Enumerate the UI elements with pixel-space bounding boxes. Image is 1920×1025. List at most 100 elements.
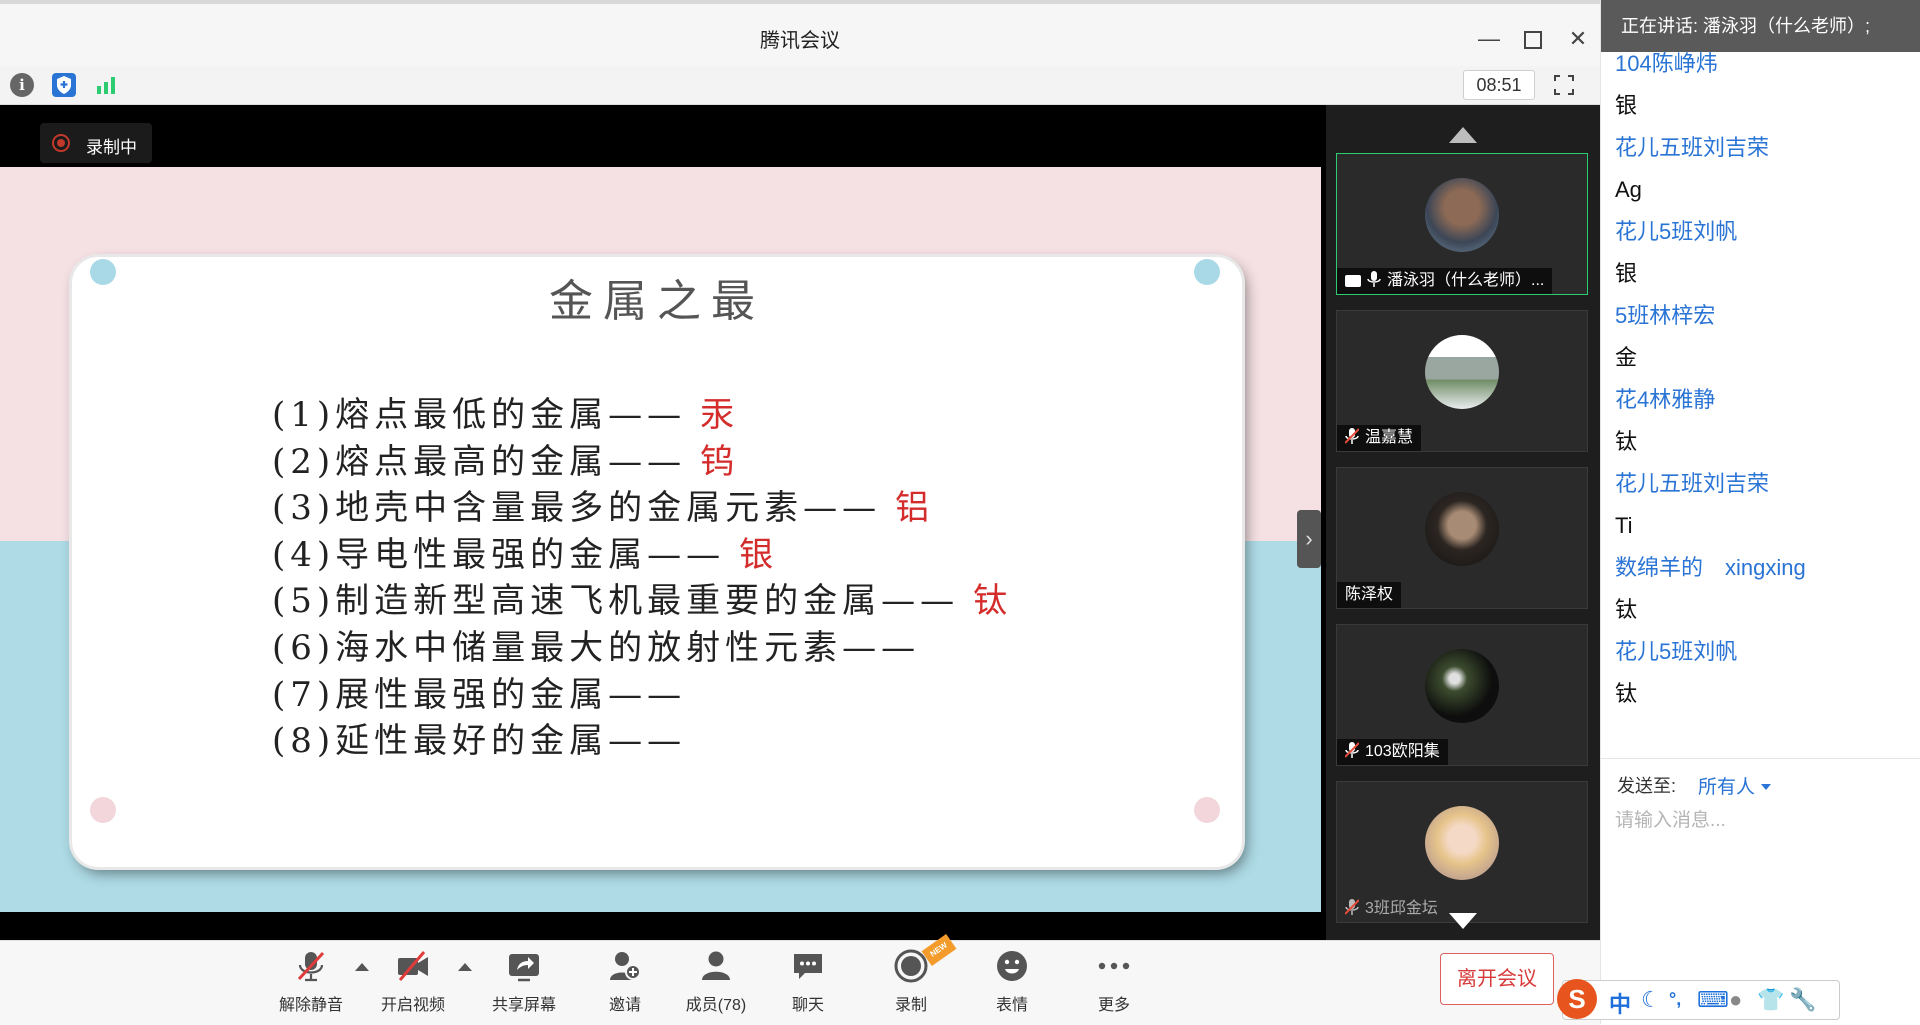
unmute-button[interactable]: 解除静音 (266, 949, 356, 1015)
maximize-button[interactable] (1516, 22, 1550, 56)
share-screen-button[interactable]: 共享屏幕 (479, 949, 569, 1015)
chat-panel: 正在讲话: 潘泳羽（什么老师）; 104陈峥炜银 花儿五班刘吉荣 Ag 花儿5班刘… (1600, 0, 1920, 1024)
chat-message: 花4林雅静钛 (1615, 384, 1915, 468)
recording-indicator: 录制中 (40, 123, 152, 163)
screen-share-icon (1345, 275, 1361, 287)
chat-sender[interactable]: 5班林梓宏 (1615, 300, 1915, 342)
microphone-icon (1367, 270, 1381, 287)
keyboard-icon[interactable]: ⌨ (1697, 987, 1729, 1013)
participant-name: 温嘉慧 (1365, 429, 1414, 446)
slide-card: 金属之最 (1)熔点最低的金属—— 汞 (2)熔点最高的金属—— 钨 (3)地壳中含… (72, 257, 1242, 867)
security-shield-icon[interactable] (52, 73, 76, 97)
members-button[interactable]: 成员(78) (671, 949, 761, 1015)
participant-name-tag: 103欧阳集 (1337, 739, 1448, 765)
avatar (1425, 335, 1499, 409)
slide-line-text: (8)延性最好的金属—— (272, 721, 687, 761)
avatar (1425, 649, 1499, 723)
pin-decoration (1194, 797, 1220, 823)
invite-button[interactable]: 邀请 (580, 949, 670, 1015)
share-screen-icon (507, 949, 541, 983)
microphone-muted-icon (1344, 427, 1360, 444)
info-icon[interactable]: i (10, 73, 34, 97)
chat-message: 花儿五班刘吉荣 Ti (1615, 468, 1915, 552)
slide-line-text: (3)地壳中含量最多的金属元素—— (272, 488, 882, 528)
punctuation-icon[interactable]: °, (1669, 989, 1681, 1010)
chat-sender[interactable]: 花儿5班刘帆 (1615, 216, 1915, 258)
more-label: 更多 (1097, 997, 1130, 1014)
moon-icon[interactable]: ☾ (1641, 987, 1661, 1013)
scroll-down-arrow-icon[interactable] (1449, 913, 1477, 929)
user-icon[interactable]: ● (1729, 987, 1742, 1013)
slide-title: 金属之最 (549, 276, 765, 327)
sogou-logo-icon[interactable]: S (1557, 979, 1597, 1019)
record-button[interactable]: NEW 录制 (866, 934, 957, 1015)
participant-tile[interactable]: 潘泳羽（什么老师）... (1336, 153, 1588, 295)
ime-toolbar: S 中 ☾ °, ⌨ ● 👕 🔧 (1557, 979, 1840, 1020)
start-video-button[interactable]: 开启视频 (368, 949, 458, 1015)
wrench-icon[interactable]: 🔧 (1789, 987, 1816, 1013)
slide-line: (3)地壳中含量最多的金属元素—— 铝 (272, 480, 929, 529)
chat-message-list[interactable]: 104陈峥炜银 花儿五班刘吉荣 Ag 花儿5班刘帆银 5班林梓宏金 花4林雅静钛 … (1615, 48, 1915, 720)
members-icon (699, 949, 733, 983)
recording-label: 录制中 (86, 138, 137, 157)
chat-button[interactable]: 聊天 (763, 949, 853, 1015)
chat-bubble-icon (791, 949, 825, 983)
audio-options-caret-icon[interactable] (355, 963, 369, 971)
slide-line-text: (7)展性最强的金属—— (272, 675, 687, 715)
microphone-muted-icon (1344, 741, 1360, 758)
chat-sender[interactable]: 数绵羊的 xingxing (1615, 552, 1915, 594)
collapse-video-panel-button[interactable]: › (1297, 510, 1321, 568)
window-title: 腾讯会议 (760, 30, 840, 52)
slide-line-answer: 钛 (973, 581, 1008, 621)
avatar (1425, 178, 1499, 252)
more-button[interactable]: 更多 (1069, 949, 1159, 1015)
participant-name-tag: 潘泳羽（什么老师）... (1337, 268, 1553, 294)
participant-tile[interactable]: 3班邱金坛 (1336, 781, 1588, 923)
send-to-label: 发送至: (1617, 776, 1677, 796)
camera-off-icon (396, 949, 430, 983)
ime-mode-toggle[interactable]: 中 (1609, 987, 1631, 1019)
minimize-button[interactable]: — (1472, 22, 1506, 56)
chat-sender[interactable]: 花儿五班刘吉荣 (1615, 468, 1915, 510)
chat-divider (1601, 758, 1920, 759)
chat-sender[interactable]: 104陈峥炜 (1615, 48, 1915, 90)
maximize-icon (1524, 31, 1542, 49)
chat-sender[interactable]: 花4林雅静 (1615, 384, 1915, 426)
participant-tile[interactable]: 陈泽权 (1336, 467, 1588, 609)
close-button[interactable]: ✕ (1561, 22, 1595, 56)
chat-sender[interactable]: 花儿五班刘吉荣 (1615, 132, 1915, 174)
members-label: 成员(78) (685, 997, 747, 1014)
chat-sender[interactable]: 花儿5班刘帆 (1615, 636, 1915, 678)
slide-line-answer: 钨 (700, 442, 735, 482)
chat-text: Ag (1615, 177, 1642, 202)
skin-shirt-icon[interactable]: 👕 (1757, 987, 1784, 1013)
slide-line-answer: 铝 (895, 488, 930, 528)
reactions-button[interactable]: 表情 (967, 949, 1057, 1015)
participant-tile[interactable]: 103欧阳集 (1336, 624, 1588, 766)
speaking-indicator: 正在讲话: 潘泳羽（什么老师）; (1601, 0, 1920, 52)
send-to-dropdown[interactable]: 所有人 (1698, 772, 1771, 799)
meeting-controls-bar: 解除静音 开启视频 共享屏幕 邀请 成员(78) 聊天 NEW 录制 表情 更多… (0, 934, 1600, 1025)
chat-message-input[interactable] (1613, 800, 1913, 842)
chat-text: 银 (1615, 93, 1638, 118)
chevron-right-icon: › (1305, 526, 1313, 551)
slide-line-text: (1)熔点最低的金属—— (272, 395, 687, 435)
recording-dot-icon (52, 134, 70, 152)
unmute-label: 解除静音 (278, 997, 343, 1014)
participant-tile[interactable]: 温嘉慧 (1336, 310, 1588, 452)
slide-line-answer: 银 (739, 535, 774, 575)
slide-line: (8)延性最好的金属—— (272, 713, 700, 762)
shared-screen-stage: 录制中 金属之最 (1)熔点最低的金属—— 汞 (2)熔点最高的金属—— 钨 (3)… (0, 105, 1600, 940)
signal-strength-icon[interactable] (94, 73, 118, 97)
chat-message: 数绵羊的 xingxing 钛 (1615, 552, 1915, 636)
microphone-muted-icon (1344, 898, 1360, 915)
leave-meeting-button[interactable]: 离开会议 (1440, 953, 1554, 1005)
fullscreen-icon[interactable] (1552, 73, 1576, 97)
microphone-muted-icon (294, 949, 328, 983)
video-options-caret-icon[interactable] (458, 963, 472, 971)
slide-line: (6)海水中储量最大的放射性元素—— (272, 620, 934, 669)
slide-line: (7)展性最强的金属—— (272, 667, 700, 716)
participant-name-tag: 陈泽权 (1337, 582, 1402, 608)
meeting-timer: 08:51 (1463, 70, 1535, 100)
scroll-up-arrow-icon[interactable] (1449, 127, 1477, 143)
